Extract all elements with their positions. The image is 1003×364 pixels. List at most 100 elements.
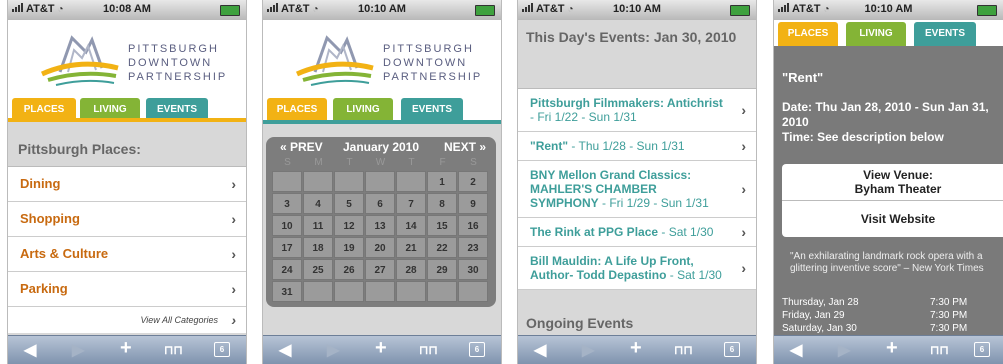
forward-icon[interactable]: ▶ (72, 340, 84, 360)
nav-tabs: PLACES LIVING EVENTS (774, 20, 1003, 46)
tab-events[interactable]: EVENTS (401, 98, 463, 122)
calendar-day[interactable]: 7 (396, 193, 426, 214)
event-dates: - Thu 1/28 - Sun 1/31 (568, 139, 685, 153)
clock: 10:10 AM (864, 3, 913, 15)
logo-mark-icon (40, 35, 119, 86)
tab-events[interactable]: EVENTS (914, 22, 976, 46)
tab-living[interactable]: LIVING (333, 98, 393, 122)
calendar-day[interactable]: 6 (365, 193, 395, 214)
calendar-day[interactable]: 20 (365, 237, 395, 258)
clock: 10:10 AM (358, 3, 406, 15)
visit-website-button[interactable]: Visit Website (782, 201, 1003, 237)
calendar-day[interactable]: 16 (458, 215, 488, 236)
list-item-dining[interactable]: Dining › (8, 167, 246, 202)
screen-day-events: AT&T ◔ 10:10 AM This Day's Events: Jan 30… (517, 0, 757, 364)
events-list: Pittsburgh Filmmakers: Antichrist - Fri … (518, 88, 756, 290)
calendar-day[interactable]: 9 (458, 193, 488, 214)
event-date: Date: Thu Jan 28, 2010 - Sun Jan 31, 201… (782, 100, 989, 144)
calendar-day[interactable]: 15 (427, 215, 457, 236)
brand-logo[interactable]: PITTSBURGH DOWNTOWN PARTNERSHIP (263, 20, 501, 96)
calendar-day[interactable]: 19 (334, 237, 364, 258)
showtime-time: 7:30 PM (930, 310, 968, 321)
calendar-day[interactable]: 10 (272, 215, 302, 236)
screen-calendar: AT&T ◔ 10:10 AM PITTSBURGH DOWNTOWN PARTN… (262, 0, 502, 364)
event-list-item[interactable]: "Rent" - Thu 1/28 - Sun 1/31 › (518, 132, 756, 161)
event-dates: - Fri 1/22 - Sun 1/31 (530, 110, 637, 124)
showtime-row: Friday, Jan 29 7:30 PM (782, 309, 1003, 322)
add-bookmark-icon[interactable]: + (630, 337, 642, 360)
view-venue-button[interactable]: View Venue: Byham Theater (782, 164, 1003, 201)
calendar-day[interactable]: 5 (334, 193, 364, 214)
forward-icon[interactable]: ▶ (327, 340, 339, 360)
view-all-link[interactable]: View All Categories › (8, 307, 246, 333)
pages-icon[interactable]: 6 (724, 342, 740, 357)
pages-icon[interactable]: 6 (469, 342, 485, 357)
calendar-day[interactable]: 27 (365, 259, 395, 280)
back-icon[interactable]: ◀ (790, 340, 802, 360)
chevron-right-icon: › (231, 211, 236, 227)
calendar-day[interactable]: 23 (458, 237, 488, 258)
bookmarks-icon[interactable]: ⊓⊓ (930, 343, 949, 357)
list-item-arts-culture[interactable]: Arts & Culture › (8, 237, 246, 272)
calendar-empty-cell (303, 171, 333, 192)
calendar-day[interactable]: 25 (303, 259, 333, 280)
calendar-day[interactable]: 28 (396, 259, 426, 280)
forward-icon[interactable]: ▶ (838, 340, 850, 360)
calendar-day[interactable]: 3 (272, 193, 302, 214)
chevron-right-icon: › (231, 312, 236, 328)
calendar-day[interactable]: 11 (303, 215, 333, 236)
add-bookmark-icon[interactable]: + (886, 337, 898, 360)
calendar-day[interactable]: 30 (458, 259, 488, 280)
pages-icon[interactable]: 6 (214, 342, 230, 357)
calendar-day[interactable]: 4 (303, 193, 333, 214)
list-item-parking[interactable]: Parking › (8, 272, 246, 307)
back-icon[interactable]: ◀ (24, 340, 36, 360)
weekday-label: F (439, 157, 446, 168)
add-bookmark-icon[interactable]: + (120, 337, 132, 360)
bookmarks-icon[interactable]: ⊓⊓ (674, 343, 693, 357)
event-list-item[interactable]: BNY Mellon Grand Classics: MAHLER'S CHAM… (518, 161, 756, 218)
weekday-label: T (346, 157, 353, 168)
showtime-day: Thursday, Jan 28 (782, 297, 859, 308)
calendar-day[interactable]: 17 (272, 237, 302, 258)
bookmarks-icon[interactable]: ⊓⊓ (164, 343, 183, 357)
event-list-item[interactable]: Bill Mauldin: A Life Up Front, Author- T… (518, 247, 756, 290)
calendar-day[interactable]: 24 (272, 259, 302, 280)
calendar-day[interactable]: 2 (458, 171, 488, 192)
brand-logo[interactable]: PITTSBURGH DOWNTOWN PARTNERSHIP (8, 20, 246, 96)
calendar-day[interactable]: 12 (334, 215, 364, 236)
weekday-label: S (470, 157, 477, 168)
browser-toolbar: ◀ ▶ + ⊓⊓ 6 (774, 335, 1003, 364)
add-bookmark-icon[interactable]: + (375, 337, 387, 360)
tab-living[interactable]: LIVING (846, 22, 906, 46)
calendar-day[interactable]: 26 (334, 259, 364, 280)
calendar-day[interactable]: 31 (272, 281, 302, 302)
event-list-item[interactable]: Pittsburgh Filmmakers: Antichrist - Fri … (518, 89, 756, 132)
calendar-day[interactable]: 8 (427, 193, 457, 214)
clock: 10:08 AM (103, 3, 151, 15)
calendar-day[interactable]: 22 (427, 237, 457, 258)
event-dates: - Fri 1/29 - Sun 1/31 (598, 196, 709, 210)
calendar-empty-cell (365, 171, 395, 192)
pages-icon[interactable]: 6 (974, 342, 990, 357)
list-item-shopping[interactable]: Shopping › (8, 202, 246, 237)
back-icon[interactable]: ◀ (534, 340, 546, 360)
calendar-empty-cell (396, 171, 426, 192)
tab-places[interactable]: PLACES (267, 98, 327, 122)
calendar-day[interactable]: 13 (365, 215, 395, 236)
event-list-item[interactable]: The Rink at PPG Place - Sat 1/30 › (518, 218, 756, 247)
event-title: "Rent" (782, 70, 824, 85)
calendar-day[interactable]: 29 (427, 259, 457, 280)
calendar-day[interactable]: 21 (396, 237, 426, 258)
tab-places[interactable]: PLACES (778, 22, 838, 46)
battery-icon (475, 5, 495, 16)
bookmarks-icon[interactable]: ⊓⊓ (419, 343, 438, 357)
next-month-button[interactable]: NEXT » (444, 140, 486, 154)
calendar-day[interactable]: 18 (303, 237, 333, 258)
calendar-day[interactable]: 1 (427, 171, 457, 192)
forward-icon[interactable]: ▶ (582, 340, 594, 360)
showtime-row: Saturday, Jan 30 7:30 PM (782, 322, 1003, 335)
chevron-right-icon: › (741, 138, 746, 154)
back-icon[interactable]: ◀ (279, 340, 291, 360)
calendar-day[interactable]: 14 (396, 215, 426, 236)
